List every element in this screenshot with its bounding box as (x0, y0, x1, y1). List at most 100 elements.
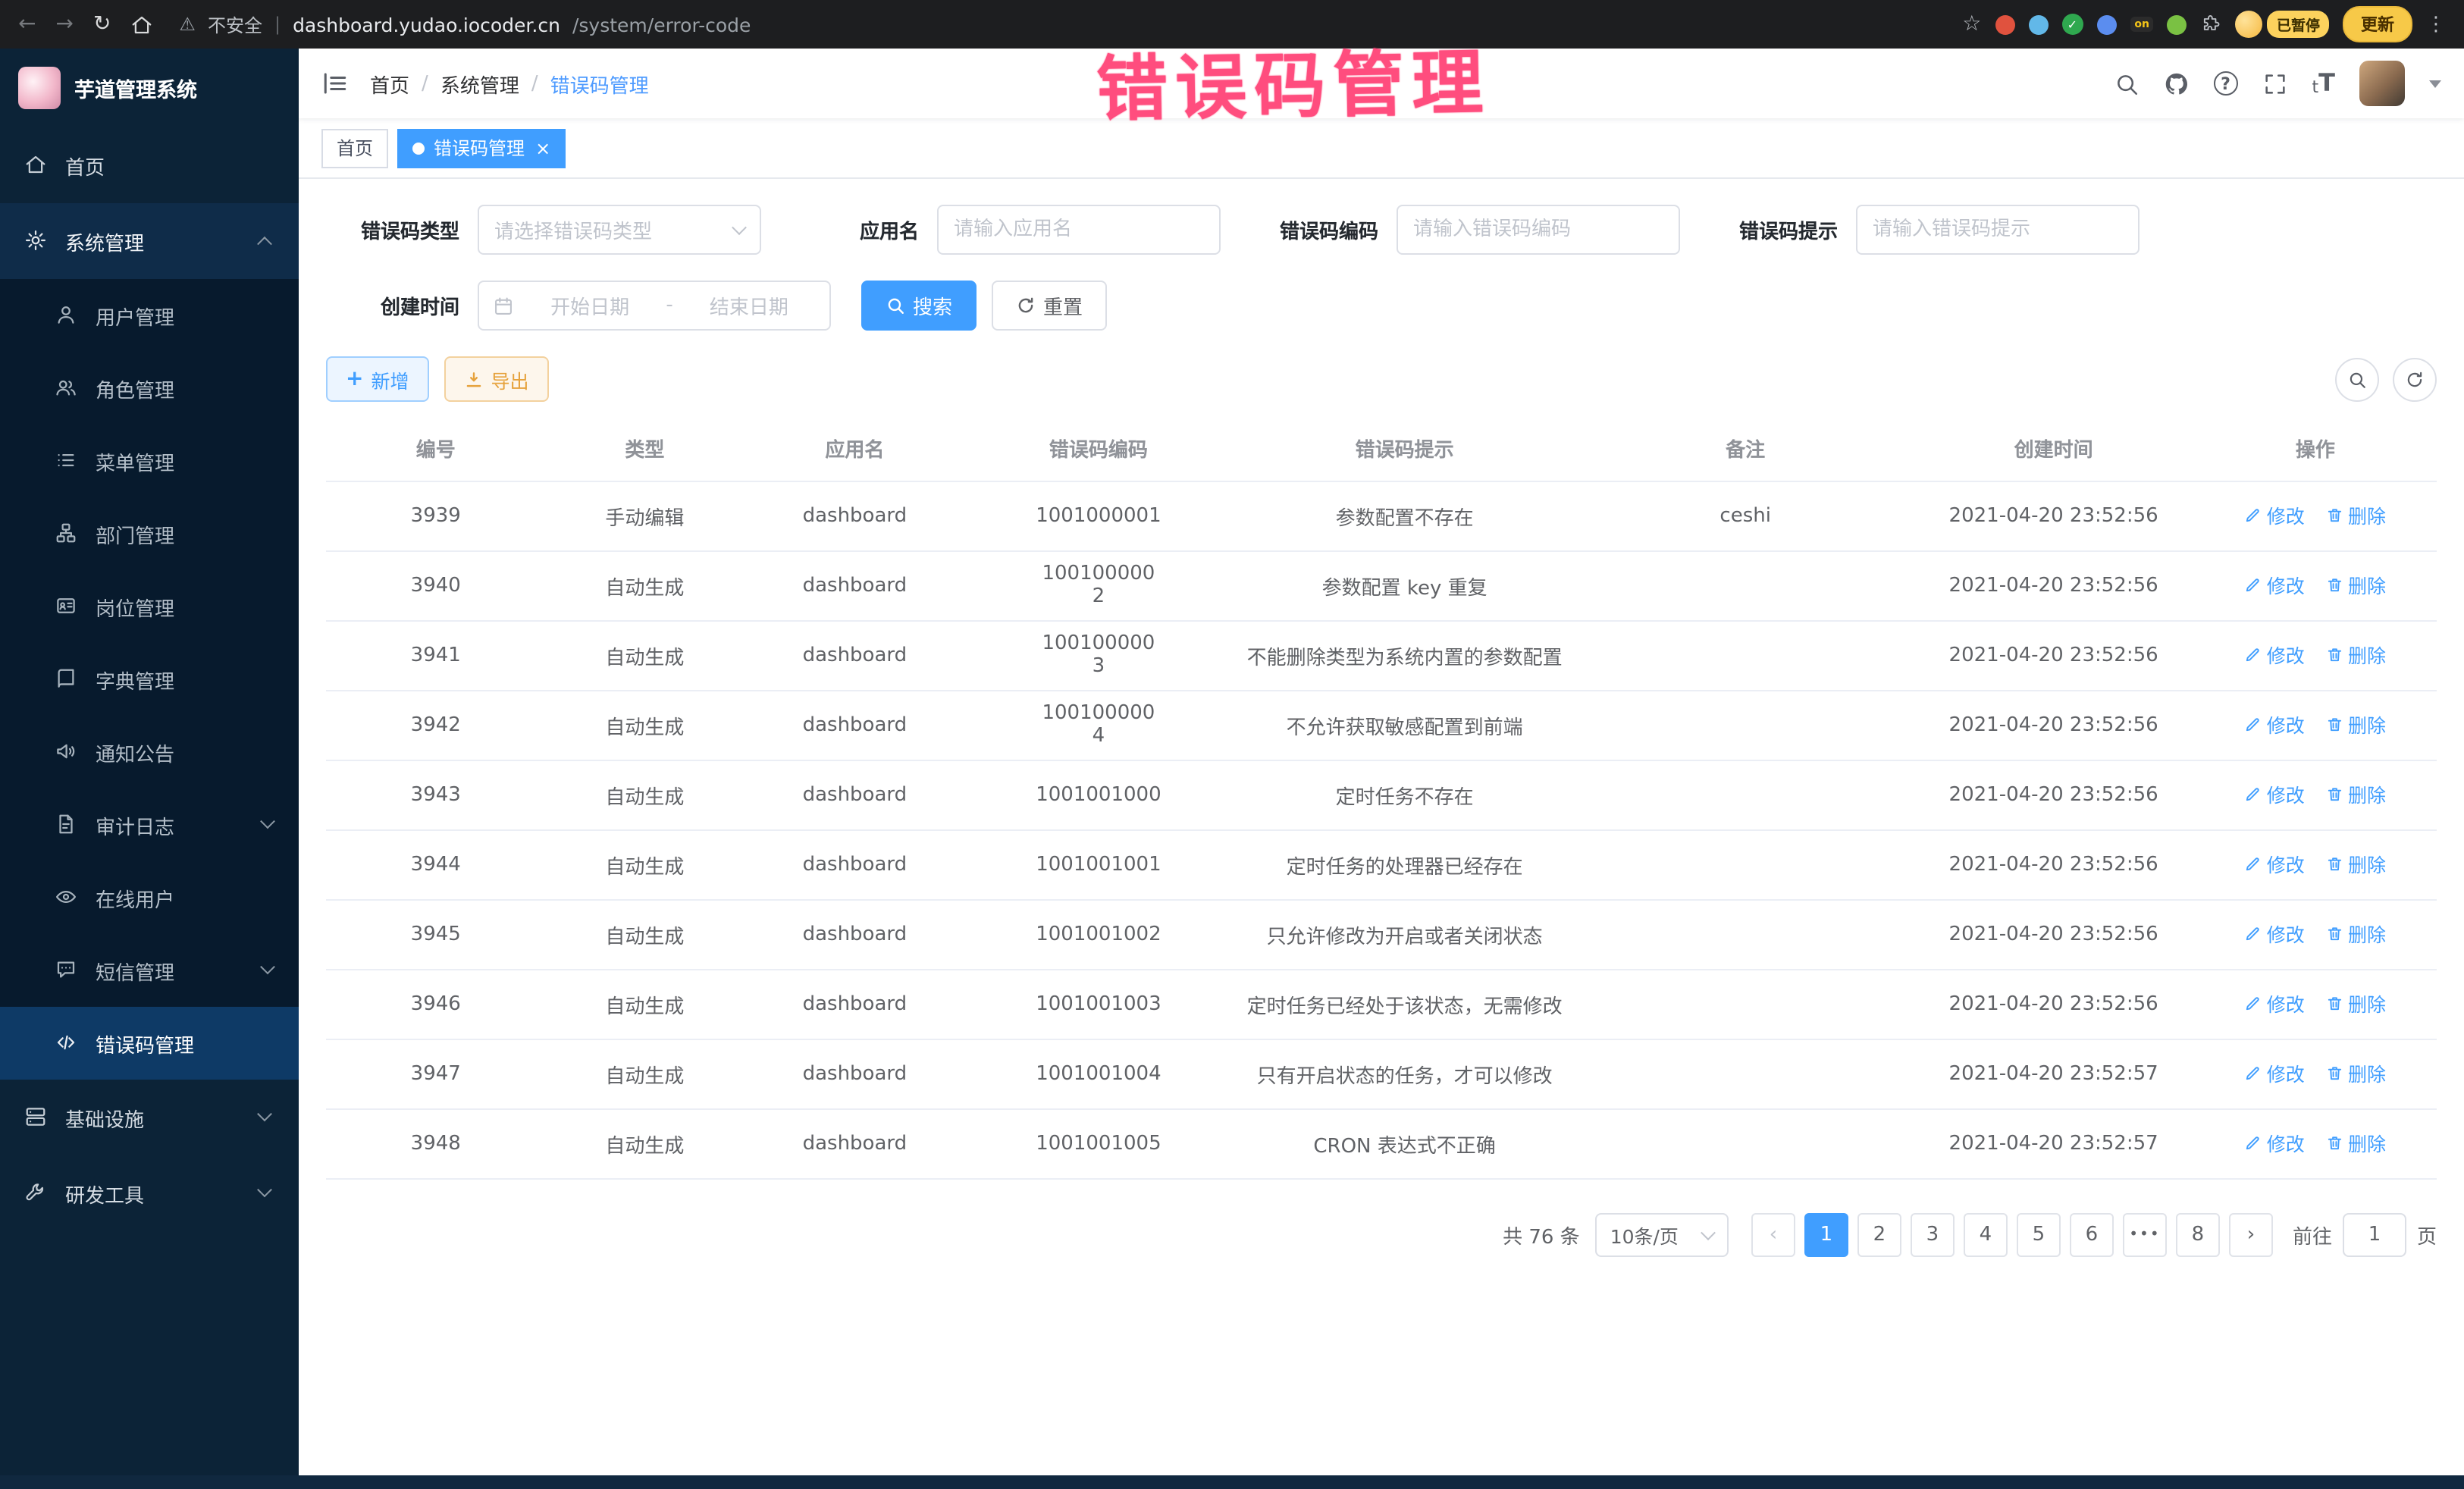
export-button[interactable]: 导出 (444, 356, 549, 402)
url-separator: | (274, 14, 281, 35)
error-type-select[interactable]: 请选择错误码类型 (478, 205, 761, 255)
extension-icon-cyan[interactable] (2028, 14, 2048, 34)
app-name-field (937, 205, 1221, 255)
page-size-select[interactable]: 10条/页 (1595, 1212, 1729, 1256)
pagination-ellipsis[interactable]: ••• (2123, 1212, 2167, 1256)
app-name-input[interactable] (954, 218, 1204, 241)
extension-icon-lime[interactable] (2168, 14, 2187, 34)
breadcrumb-home[interactable]: 首页 (370, 69, 409, 98)
sidebar-fold-icon[interactable] (321, 70, 349, 97)
delete-link[interactable]: 删除 (2326, 571, 2386, 600)
total-count: 共 76 条 (1503, 1220, 1580, 1249)
sidebar-item-dept[interactable]: 部门管理 (0, 497, 299, 570)
pagination-page-4[interactable]: 4 (1964, 1212, 2008, 1256)
delete-link[interactable]: 删除 (2326, 920, 2386, 948)
edit-link[interactable]: 修改 (2245, 989, 2305, 1018)
pagination-page-5[interactable]: 5 (2017, 1212, 2061, 1256)
edit-link[interactable]: 修改 (2245, 710, 2305, 739)
reset-button[interactable]: 重置 (992, 281, 1107, 331)
sidebar-item-audit-log[interactable]: 审计日志 (0, 788, 299, 861)
sidebar-item-sms[interactable]: 短信管理 (0, 934, 299, 1007)
bookmark-star-icon[interactable]: ☆ (1962, 12, 1981, 36)
sidebar-item-post[interactable]: 岗位管理 (0, 570, 299, 643)
delete-link[interactable]: 删除 (2326, 850, 2386, 879)
sidebar-item-home[interactable]: 首页 (0, 127, 299, 203)
edit-link[interactable]: 修改 (2245, 501, 2305, 530)
browser-home-icon[interactable] (130, 13, 153, 36)
add-button[interactable]: + 新增 (326, 356, 429, 402)
forward-icon[interactable]: → (55, 12, 73, 36)
back-icon[interactable]: ← (18, 12, 36, 36)
delete-link[interactable]: 删除 (2326, 780, 2386, 809)
search-icon[interactable] (2114, 71, 2140, 96)
search-icon (886, 296, 905, 315)
toggle-search-button[interactable] (2335, 357, 2379, 401)
github-icon[interactable] (2164, 71, 2190, 96)
column-header: 备注 (1578, 417, 1914, 481)
pagination-page-3[interactable]: 3 (1911, 1212, 1955, 1256)
sidebar-item-dict[interactable]: 字典管理 (0, 643, 299, 716)
edit-link[interactable]: 修改 (2245, 780, 2305, 809)
breadcrumb-separator: / (422, 72, 428, 95)
sidebar-item-error-code[interactable]: 错误码管理 (0, 1007, 299, 1080)
tab-close-icon[interactable]: × (535, 137, 550, 158)
sidebar-item-menu[interactable]: 菜单管理 (0, 425, 299, 497)
delete-link[interactable]: 删除 (2326, 710, 2386, 739)
pagination-page-6[interactable]: 6 (2070, 1212, 2114, 1256)
font-size-icon[interactable]: tT (2312, 71, 2336, 96)
error-msg-input[interactable] (1873, 218, 2123, 241)
table-row: 3944 自动生成 dashboard 1001001001 定时任务的处理器已… (326, 829, 2437, 899)
pagination-prev[interactable]: ‹ (1751, 1212, 1795, 1256)
pagination-page-8[interactable]: 8 (2176, 1212, 2220, 1256)
date-range-picker[interactable]: 开始日期 - 结束日期 (478, 281, 831, 331)
sidebar-item-user[interactable]: 用户管理 (0, 279, 299, 352)
fullscreen-icon[interactable] (2262, 71, 2288, 96)
breadcrumb-system[interactable]: 系统管理 (440, 69, 519, 98)
app-name-label: 应用名 (785, 215, 919, 244)
sidebar-item-devtool[interactable]: 研发工具 (0, 1155, 299, 1231)
delete-link[interactable]: 删除 (2326, 641, 2386, 669)
chevron-down-icon[interactable] (2429, 80, 2441, 87)
extension-icon-on-badge[interactable]: on (2130, 17, 2154, 33)
pagination-next[interactable]: › (2229, 1212, 2273, 1256)
goto-page-input[interactable] (2343, 1212, 2406, 1256)
update-button[interactable]: 更新 (2343, 6, 2412, 42)
extension-icon-blue[interactable] (2096, 14, 2116, 34)
extensions-puzzle-icon[interactable] (2201, 14, 2222, 35)
refresh-table-button[interactable] (2393, 357, 2437, 401)
pagination-page-1[interactable]: 1 (1804, 1212, 1848, 1256)
edit-link[interactable]: 修改 (2245, 571, 2305, 600)
edit-link[interactable]: 修改 (2245, 920, 2305, 948)
delete-link[interactable]: 删除 (2326, 989, 2386, 1018)
delete-link[interactable]: 删除 (2326, 501, 2386, 530)
error-code-input[interactable] (1413, 218, 1663, 241)
extension-icon-green-check[interactable]: ✓ (2061, 14, 2083, 35)
app-logo[interactable]: 芋道管理系统 (0, 49, 299, 127)
sidebar-item-system[interactable]: 系统管理 (0, 203, 299, 279)
extension-icon-red[interactable] (1995, 14, 2014, 34)
sidebar-item-role[interactable]: 角色管理 (0, 352, 299, 425)
delete-link[interactable]: 删除 (2326, 1059, 2386, 1088)
app-title: 芋道管理系统 (74, 73, 197, 103)
help-icon[interactable]: ? (2214, 71, 2238, 96)
tab-home[interactable]: 首页 (321, 128, 388, 168)
browser-menu-icon[interactable]: ⋮ (2426, 13, 2446, 36)
delete-link[interactable]: 删除 (2326, 1129, 2386, 1158)
user-avatar[interactable] (2359, 61, 2405, 106)
reload-icon[interactable]: ↻ (93, 12, 111, 36)
pagination-page-2[interactable]: 2 (1857, 1212, 1901, 1256)
sidebar-item-online-user[interactable]: 在线用户 (0, 861, 299, 934)
sidebar-item-notice[interactable]: 通知公告 (0, 716, 299, 788)
sidebar-item-infra[interactable]: 基础设施 (0, 1080, 299, 1155)
breadcrumb-separator: / (531, 72, 538, 95)
edit-link[interactable]: 修改 (2245, 1129, 2305, 1158)
cell-error-msg: 只允许修改为开启或者关闭状态 (1231, 899, 1578, 969)
search-button[interactable]: 搜索 (861, 281, 977, 331)
profile-emoji-avatar[interactable] (2236, 11, 2263, 38)
edit-link[interactable]: 修改 (2245, 850, 2305, 879)
tab-error-code[interactable]: 错误码管理 × (397, 128, 566, 168)
cell-create-time: 2021-04-20 23:52:56 (1914, 481, 2194, 550)
edit-link[interactable]: 修改 (2245, 1059, 2305, 1088)
address-bar[interactable]: ⚠ 不安全 | dashboard.yudao.iocoder.cn/syste… (179, 11, 751, 37)
edit-link[interactable]: 修改 (2245, 641, 2305, 669)
